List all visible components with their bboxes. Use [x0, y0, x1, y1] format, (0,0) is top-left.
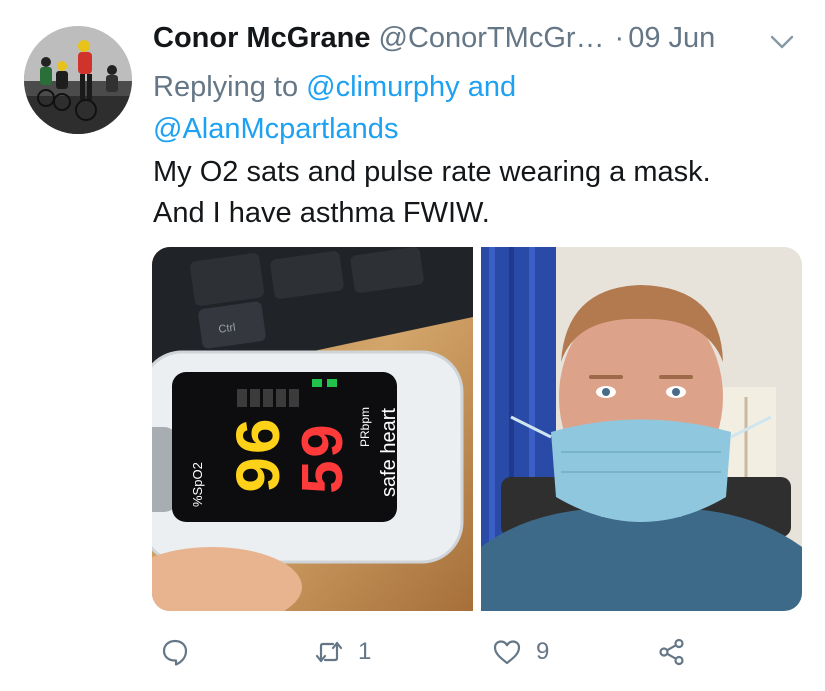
tweet[interactable]: Conor McGrane @ConorTMcGr… · 09 Jun Repl…: [0, 0, 825, 691]
tweet-header: Conor McGrane @ConorTMcGr… · 09 Jun: [153, 22, 785, 62]
tweet-actions: 1 9: [152, 630, 712, 674]
brand-label: safe heart: [378, 408, 400, 497]
retweet-icon: [315, 641, 343, 663]
author-handle[interactable]: @ConorTMcGr…: [379, 22, 605, 55]
retweet-count: 1: [358, 638, 372, 665]
tweet-text-line: My O2 sats and pulse rate wearing a mask…: [153, 156, 711, 188]
reply-button[interactable]: [160, 630, 204, 674]
mention-climurphy[interactable]: @climurphy: [306, 71, 460, 103]
like-button[interactable]: 9: [492, 630, 549, 674]
avatar-image: [24, 26, 132, 134]
mention-alanmcpartlands[interactable]: @AlanMcpartlands: [153, 113, 398, 145]
reply-icon: [162, 639, 188, 666]
keyboard-key-label: Ctrl: [218, 322, 237, 336]
replying-prefix: Replying to: [153, 71, 307, 103]
share-icon: [659, 638, 684, 666]
separator-dot: ·: [614, 22, 625, 54]
photo-oximeter[interactable]: Ctrl 96 59 %SpO2 PRbpm safe heart: [152, 247, 473, 611]
tweet-text-line: And I have asthma FWIW.: [153, 197, 490, 229]
replying-join: and: [459, 71, 517, 103]
pr-label: PRbpm: [358, 407, 372, 447]
replying-to: Replying to @climurphy and @AlanMcpartlan…: [153, 66, 593, 150]
tweet-date[interactable]: 09 Jun: [628, 22, 715, 55]
avatar[interactable]: [24, 26, 132, 134]
retweet-button[interactable]: 1: [314, 630, 371, 674]
author-name[interactable]: Conor McGrane: [153, 22, 371, 55]
tweet-text: My O2 sats and pulse rate wearing a mask…: [153, 152, 793, 234]
photo-selfie-mask[interactable]: [481, 247, 802, 611]
chevron-down-icon[interactable]: [769, 32, 795, 52]
spo2-label: %SpO2: [190, 462, 205, 507]
like-count: 9: [536, 638, 550, 665]
heart-icon: [493, 640, 521, 665]
spo2-value: 96: [227, 417, 299, 494]
pulse-value: 59: [293, 423, 361, 495]
media-grid: Ctrl 96 59 %SpO2 PRbpm safe heart: [152, 247, 802, 611]
share-button[interactable]: [657, 630, 701, 674]
